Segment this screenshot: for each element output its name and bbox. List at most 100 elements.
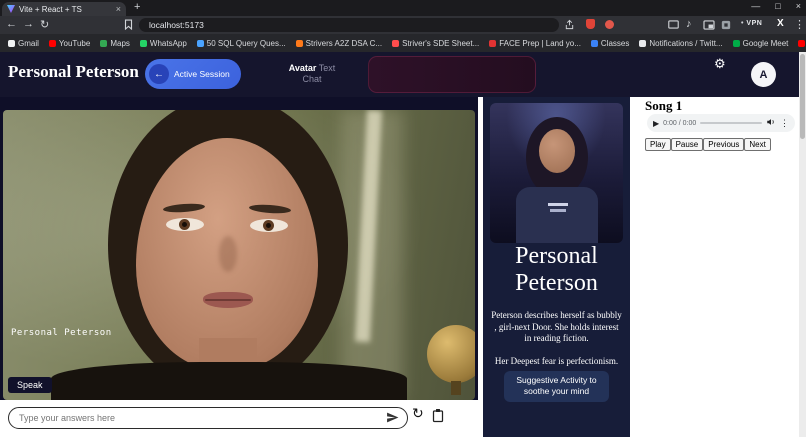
page-scrollbar[interactable] xyxy=(799,52,806,437)
youtube-icon xyxy=(798,39,806,47)
app-page: Personal Peterson ← Active Session Avata… xyxy=(0,52,806,437)
classes-icon xyxy=(590,39,598,47)
browser-window: Vite + React + TS × + — □ × ← → ↻ localh… xyxy=(0,0,806,437)
bookmarks-bar: Gmail YouTube Maps WhatsApp 50 SQL Query… xyxy=(0,34,806,52)
x-extension-icon[interactable]: X xyxy=(777,18,784,29)
avatar-video: Personal Peterson Speak xyxy=(3,110,475,400)
iris xyxy=(263,220,274,231)
app-header: Personal Peterson ← Active Session Avata… xyxy=(0,52,799,97)
avatar-stage: Personal Peterson Speak xyxy=(0,97,478,400)
window-controls: — □ × xyxy=(751,1,801,11)
shirt-text xyxy=(548,203,568,206)
bookmark-classes[interactable]: Classes xyxy=(590,39,629,48)
window-close-button[interactable]: × xyxy=(796,1,801,11)
address-bar[interactable]: localhost:5173 xyxy=(139,18,559,32)
pupil xyxy=(182,222,187,227)
clipboard-icon[interactable] xyxy=(432,408,444,426)
tab-close-icon[interactable]: × xyxy=(116,4,121,14)
bookmark-flag-icon[interactable] xyxy=(124,19,133,33)
portrait-torso xyxy=(516,187,598,243)
send-icon[interactable] xyxy=(386,411,399,427)
scrollbar-thumb[interactable] xyxy=(800,54,805,139)
music-panel: Song 1 ▶ 0:00 / 0:00 ⋮ Play Pause Previo… xyxy=(640,97,799,437)
reload-icon[interactable]: ↻ xyxy=(40,18,49,31)
avatar-nose xyxy=(219,236,237,272)
bookmark-google-meet[interactable]: Google Meet xyxy=(732,39,788,48)
pupil xyxy=(266,223,271,228)
pause-button[interactable]: Pause xyxy=(670,138,704,151)
adblock-extension-icon[interactable] xyxy=(605,20,614,29)
answer-input-row: ↻ xyxy=(0,400,478,437)
avatar-portrait xyxy=(490,103,623,243)
play-button[interactable]: Play xyxy=(645,138,671,151)
picture-in-picture-icon[interactable] xyxy=(703,20,715,33)
suggestive-activity-button[interactable]: Suggestive Activity to soothe your mind xyxy=(504,371,609,402)
bookmark-a2z-dsa[interactable]: Strivers A2Z DSA C... xyxy=(295,39,382,48)
mode-avatar-label[interactable]: Avatar xyxy=(289,63,317,73)
share-icon[interactable] xyxy=(564,19,575,33)
new-tab-button[interactable]: + xyxy=(134,1,140,13)
settings-gear-icon[interactable]: ⚙ xyxy=(714,56,726,72)
media-control-icon[interactable]: ♪ xyxy=(686,18,692,30)
google-meet-icon xyxy=(732,39,740,47)
audio-time: 0:00 / 0:00 xyxy=(663,119,697,127)
extensions-puzzle-icon[interactable] xyxy=(721,20,731,33)
speak-button[interactable]: Speak xyxy=(8,377,52,393)
mode-toggle[interactable]: Avatar Text Chat xyxy=(284,63,340,86)
back-icon[interactable]: ← xyxy=(6,18,17,30)
sql-doc-icon xyxy=(196,39,204,47)
window-minimize-button[interactable]: — xyxy=(751,1,760,11)
bookmark-youtube[interactable]: YouTube xyxy=(48,39,90,48)
session-status-box xyxy=(368,56,536,93)
avatar-eye xyxy=(250,219,288,232)
profile-card: Personal Peterson Peterson describes her… xyxy=(483,97,630,437)
page-title: Personal Peterson xyxy=(8,62,139,81)
browser-tab-strip: Vite + React + TS × + — □ × xyxy=(0,0,806,16)
bookmark-twitter-notifications[interactable]: Notifications / Twitt... xyxy=(639,39,723,48)
x-twitter-icon xyxy=(639,39,647,47)
answer-input[interactable] xyxy=(8,407,408,429)
bookmark-maps[interactable]: Maps xyxy=(100,39,130,48)
active-session-button[interactable]: ← Active Session xyxy=(145,59,241,89)
avatar-lip-line xyxy=(205,299,251,301)
browser-tab[interactable]: Vite + React + TS × xyxy=(2,2,126,16)
card-description: Peterson describes herself as bubbly , g… xyxy=(491,310,622,344)
avatar-shoulders xyxy=(51,362,407,400)
browser-menu-icon[interactable]: ⋮ xyxy=(794,18,805,31)
transport-controls: Play Pause Previous Next xyxy=(645,138,771,151)
bookmark-whatsapp[interactable]: WhatsApp xyxy=(139,39,187,48)
previous-button[interactable]: Previous xyxy=(703,138,745,151)
shield-extension-icon[interactable] xyxy=(586,19,595,29)
user-avatar[interactable]: A xyxy=(751,62,776,87)
audio-seek-slider[interactable] xyxy=(700,122,762,124)
audio-player[interactable]: ▶ 0:00 / 0:00 ⋮ xyxy=(647,114,795,132)
bookmark-youtube-2[interactable]: YouTube xyxy=(798,39,806,48)
bookmark-gmail[interactable]: Gmail xyxy=(8,39,39,48)
maps-icon xyxy=(100,39,108,47)
audio-play-icon[interactable]: ▶ xyxy=(653,119,659,128)
tab-title: Vite + React + TS xyxy=(19,4,82,14)
youtube-icon xyxy=(48,39,56,47)
audio-overflow-icon[interactable]: ⋮ xyxy=(780,118,789,129)
forward-icon[interactable]: → xyxy=(23,18,34,30)
next-button[interactable]: Next xyxy=(744,138,771,151)
whatsapp-icon xyxy=(139,39,147,47)
globe-stand xyxy=(451,381,461,395)
session-arrow-icon: ← xyxy=(149,64,169,84)
card-avatar-name: Personal Peterson xyxy=(515,243,598,296)
window-maximize-button[interactable]: □ xyxy=(775,1,780,11)
portrait-face xyxy=(539,129,575,173)
avatar-eye xyxy=(166,218,204,231)
gmail-icon xyxy=(8,39,15,47)
bookmark-face-prep[interactable]: FACE Prep | Land yo... xyxy=(489,39,581,48)
url-text: localhost:5173 xyxy=(149,20,204,30)
vpn-badge[interactable]: VPN xyxy=(741,20,762,27)
refresh-icon[interactable]: ↻ xyxy=(412,405,424,422)
bookmark-sql-queries[interactable]: 50 SQL Query Ques... xyxy=(196,39,286,48)
card-fear-line: Her Deepest fear is perfectionism. xyxy=(494,356,619,366)
volume-icon[interactable] xyxy=(766,114,776,132)
bookmark-sde-sheet[interactable]: Striver's SDE Sheet... xyxy=(392,39,479,48)
shirt-text xyxy=(550,209,566,212)
face-prep-icon xyxy=(489,39,497,47)
cast-icon[interactable] xyxy=(668,20,679,32)
